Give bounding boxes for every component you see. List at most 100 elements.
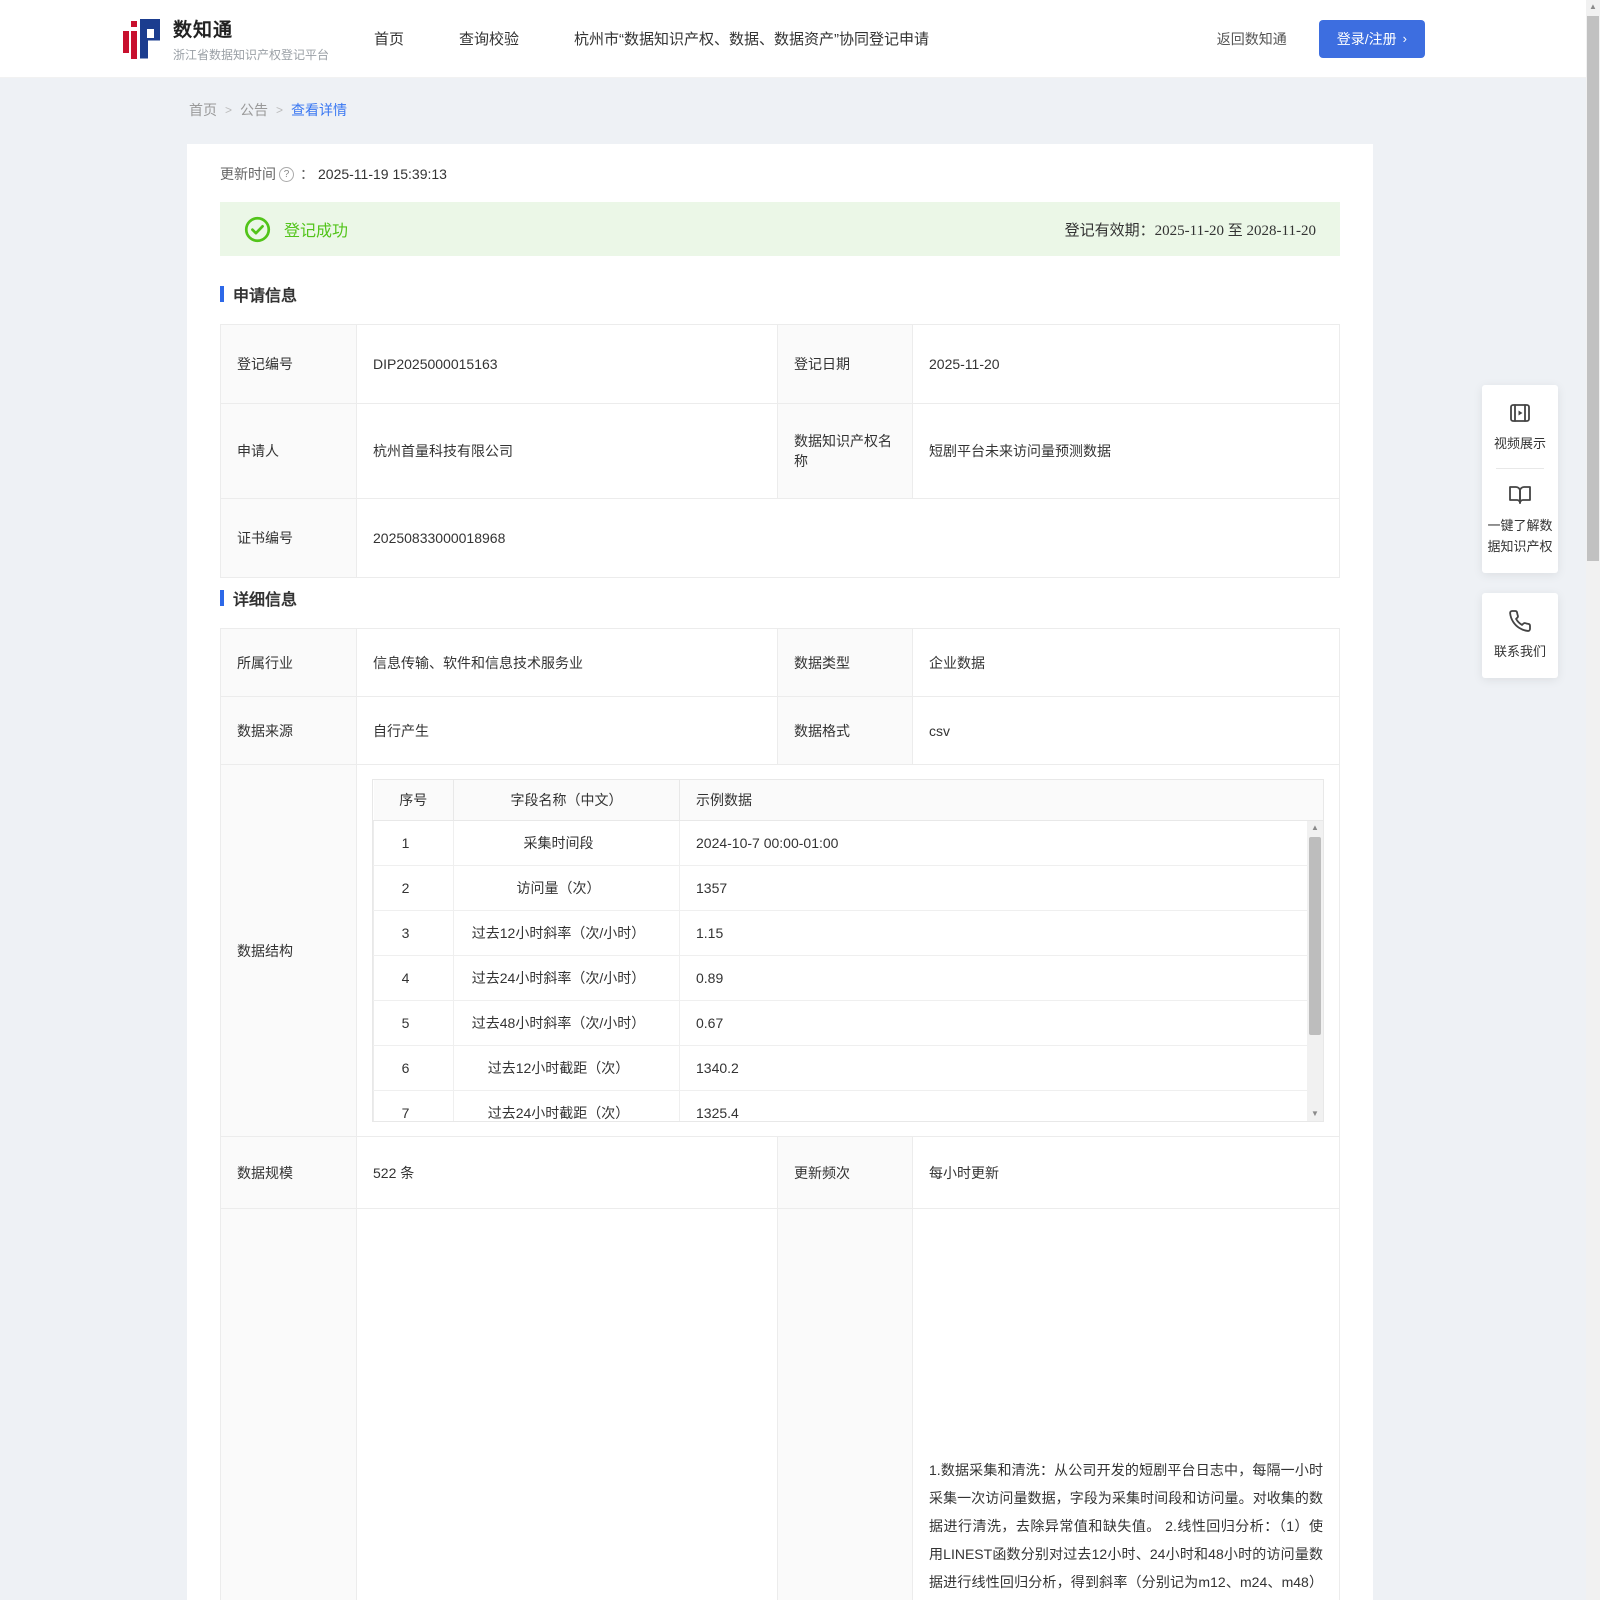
registration-success-banner: 登记成功 登记有效期：2025-11-20 至 2028-11-20 xyxy=(220,202,1340,256)
cert-no-label: 证书编号 xyxy=(220,498,357,578)
structure-row: 6 过去12小时截距（次） 1340.2 xyxy=(373,1044,1323,1091)
industry-label: 所属行业 xyxy=(220,628,357,697)
source-value: 自行产生 xyxy=(356,696,778,765)
structure-row: 7 过去24小时截距（次） 1325.4 xyxy=(373,1089,1323,1121)
back-to-shuzhitong-link[interactable]: 返回数知通 xyxy=(1217,29,1287,49)
floating-widget-panel: 视频展示 一键了解数据知识产权 xyxy=(1482,385,1558,573)
scrollbar-thumb[interactable] xyxy=(1309,837,1321,1035)
detail-info-table: 所属行业 信息传输、软件和信息技术服务业 数据类型 企业数据 数据来源 自行产生… xyxy=(220,628,1340,1600)
structure-field-cell: 过去24小时斜率（次/小时） xyxy=(453,954,680,1001)
divider xyxy=(1496,468,1544,469)
scroll-up-icon[interactable]: ▲ xyxy=(1307,821,1323,835)
learn-data-ip-button[interactable]: 一键了解数据知识产权 xyxy=(1486,483,1554,557)
applicant-label: 申请人 xyxy=(220,403,357,499)
login-register-button[interactable]: 登录/注册 › xyxy=(1318,19,1425,58)
check-circle-icon xyxy=(244,216,271,242)
data-type-value: 企业数据 xyxy=(912,628,1340,697)
video-icon xyxy=(1510,404,1530,422)
structure-sample-cell: 1357 xyxy=(679,864,1323,911)
structure-index-cell: 6 xyxy=(373,1044,454,1091)
table-row: 证书编号 20250833000018968 xyxy=(220,498,1340,578)
update-time-label: 更新时间 xyxy=(220,166,276,182)
reg-no-label: 登记编号 xyxy=(220,324,357,404)
section-application-info: 申请信息 xyxy=(220,282,1340,306)
col-index: 序号 xyxy=(373,780,454,821)
phone-icon xyxy=(1509,610,1531,632)
page-scrollbar[interactable]: ▲ xyxy=(1586,0,1600,1600)
breadcrumb-home[interactable]: 首页 xyxy=(189,100,217,120)
application-info-table: 登记编号 DIP2025000015163 登记日期 2025-11-20 申请… xyxy=(220,324,1340,578)
breadcrumb-announcement[interactable]: 公告 xyxy=(240,100,268,120)
frequency-label: 更新频次 xyxy=(777,1136,913,1209)
inner-scrollbar[interactable]: ▲ ▼ xyxy=(1307,821,1323,1121)
scale-label: 数据规模 xyxy=(220,1136,357,1209)
structure-field-cell: 采集时间段 xyxy=(453,819,680,866)
scroll-down-icon[interactable]: ▼ xyxy=(1307,1107,1323,1121)
structure-index-cell: 2 xyxy=(373,864,454,911)
data-type-label: 数据类型 xyxy=(777,628,913,697)
help-icon[interactable]: ? xyxy=(279,166,294,182)
site-subtitle: 浙江省数据知识产权登记平台 xyxy=(173,47,330,62)
scrollbar-thumb[interactable] xyxy=(1587,16,1599,561)
reg-date-label: 登记日期 xyxy=(777,324,913,404)
nav-query-verify[interactable]: 查询校验 xyxy=(459,28,519,49)
chevron-right-icon: › xyxy=(1402,31,1407,46)
top-navigation-bar: 数知通 浙江省数据知识产权登记平台 首页 查询校验 杭州市“数据知识产权、数据、… xyxy=(0,0,1600,78)
table-row: 数据来源 自行产生 数据格式 csv xyxy=(220,696,1340,765)
structure-sample-cell: 1325.4 xyxy=(679,1089,1323,1121)
data-structure-table-container: 序号 字段名称（中文） 示例数据 1 采集时间段 2024-10-7 00:00-0… xyxy=(372,779,1324,1122)
table-row: 所属行业 信息传输、软件和信息技术服务业 数据类型 企业数据 xyxy=(220,628,1340,697)
nav-home[interactable]: 首页 xyxy=(374,28,404,49)
structure-sample-cell: 0.67 xyxy=(679,999,1323,1046)
table-row: 数据规模 522 条 更新频次 每小时更新 xyxy=(220,1136,1340,1209)
col-field-name: 字段名称（中文） xyxy=(453,780,680,821)
table-row: 申请人 杭州首量科技有限公司 数据知识产权名称 短剧平台未来访问量预测数据 xyxy=(220,403,1340,499)
algorithm-label: 算法规则简要说明 xyxy=(777,1208,913,1600)
scenario-label: 应用场景 xyxy=(220,1208,357,1600)
status-badge: 登记成功 xyxy=(284,223,349,240)
section-detail-info: 详细信息 xyxy=(220,586,1340,610)
structure-row: 3 过去12小时斜率（次/小时） 1.15 xyxy=(373,909,1323,956)
algorithm-value: 1.数据采集和清洗：从公司开发的短剧平台日志中，每隔一小时采集一次访问量数据，字… xyxy=(912,1208,1340,1600)
breadcrumb-separator-icon: > xyxy=(225,103,233,117)
structure-sample-cell: 1.15 xyxy=(679,909,1323,956)
structure-index-cell: 4 xyxy=(373,954,454,1001)
structure-field-cell: 访问量（次） xyxy=(453,864,680,911)
scenario-value: 1.产品研发规划:通过预测短剧平台未来访问量，公司可科学规划技术架构升级路线，合… xyxy=(356,1208,778,1600)
structure-row: 5 过去48小时斜率（次/小时） 0.67 xyxy=(373,999,1323,1046)
applicant-value: 杭州首量科技有限公司 xyxy=(356,403,778,499)
frequency-value: 每小时更新 xyxy=(912,1136,1340,1209)
site-title: 数知通 xyxy=(173,19,234,41)
structure-index-cell: 5 xyxy=(373,999,454,1046)
detail-card: 更新时间 ? ： 2025-11-19 15:39:13 登记成功 登记有效期：… xyxy=(187,144,1373,1600)
structure-row: 2 访问量（次） 1357 xyxy=(373,864,1323,911)
table-row: 数据结构 序号 字段名称（中文） 示例数据 1 采集时间段 2024-10-7 00… xyxy=(220,764,1340,1137)
reg-no-value: DIP2025000015163 xyxy=(356,324,778,404)
structure-field-cell: 过去12小时斜率（次/小时） xyxy=(453,909,680,956)
structure-label: 数据结构 xyxy=(220,764,357,1137)
structure-index-cell: 7 xyxy=(373,1089,454,1121)
contact-widget[interactable]: 联系我们 xyxy=(1482,593,1558,678)
section-accent-bar xyxy=(220,286,224,302)
structure-cell: 序号 字段名称（中文） 示例数据 1 采集时间段 2024-10-7 00:00-0… xyxy=(356,764,1340,1137)
scroll-up-icon[interactable]: ▲ xyxy=(1586,2,1600,11)
structure-field-cell: 过去48小时斜率（次/小时） xyxy=(453,999,680,1046)
section-title: 详细信息 xyxy=(233,592,298,609)
nav-hangzhou-joint-registration[interactable]: 杭州市“数据知识产权、数据、数据资产”协同登记申请 xyxy=(574,28,929,49)
ip-name-label: 数据知识产权名称 xyxy=(777,403,913,499)
structure-sample-cell: 0.89 xyxy=(679,954,1323,1001)
breadcrumb: 首页 > 公告 > 查看详情 xyxy=(189,100,347,120)
logo[interactable]: 数知通 浙江省数据知识产权登记平台 xyxy=(123,15,329,63)
structure-index-cell: 1 xyxy=(373,819,454,866)
structure-field-cell: 过去24小时截距（次） xyxy=(453,1089,680,1121)
video-demo-button[interactable]: 视频展示 xyxy=(1486,401,1554,454)
section-accent-bar xyxy=(220,590,224,606)
update-time-colon: ： xyxy=(300,166,314,182)
structure-row: 1 采集时间段 2024-10-7 00:00-01:00 xyxy=(373,819,1323,866)
source-label: 数据来源 xyxy=(220,696,357,765)
main-nav: 首页 查询校验 杭州市“数据知识产权、数据、数据资产”协同登记申请 xyxy=(374,28,929,49)
scale-value: 522 条 xyxy=(356,1136,778,1209)
data-structure-table: 序号 字段名称（中文） 示例数据 1 采集时间段 2024-10-7 00:00-0… xyxy=(373,780,1323,1121)
section-title: 申请信息 xyxy=(233,288,298,305)
table-row: 登记编号 DIP2025000015163 登记日期 2025-11-20 xyxy=(220,324,1340,404)
